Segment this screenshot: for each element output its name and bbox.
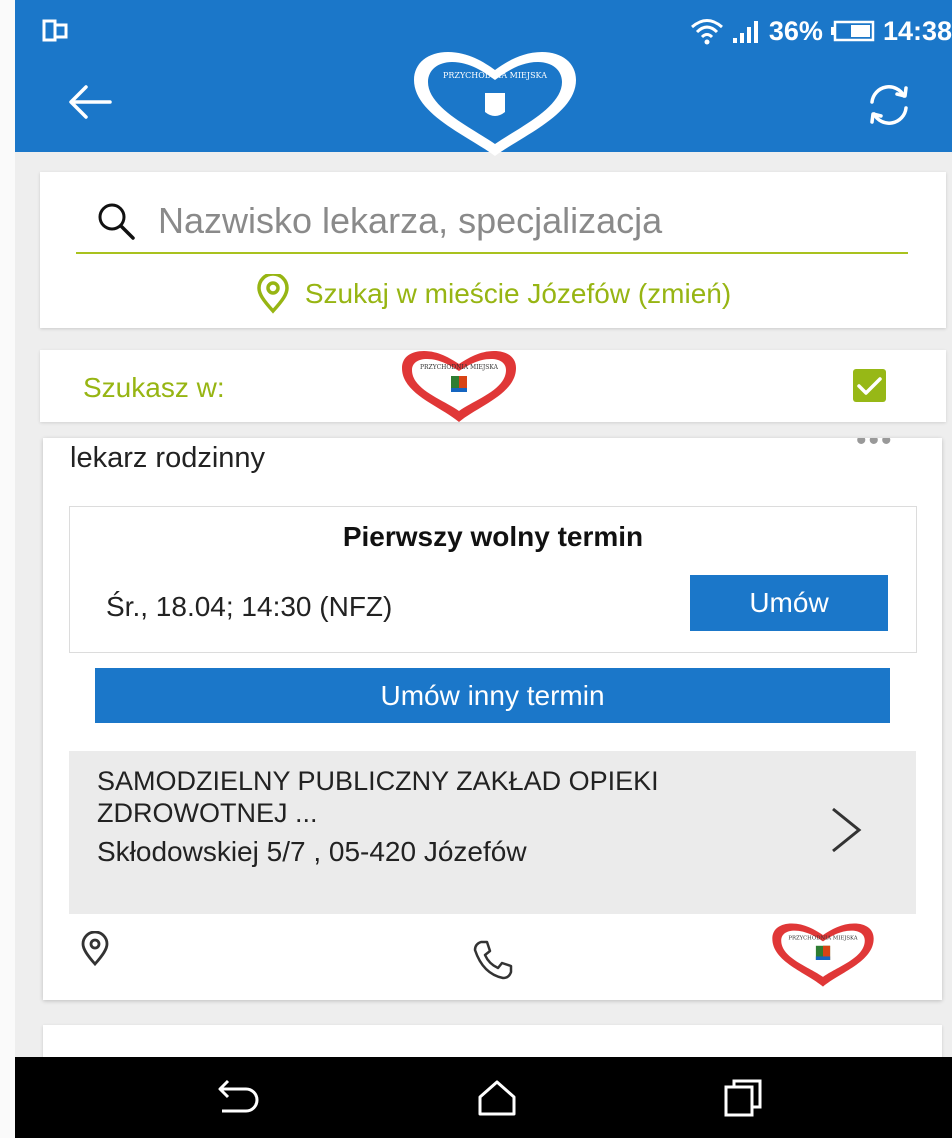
logo-text: PRZYCHODNIA MIEJSKA — [443, 71, 547, 80]
phone-icon[interactable] — [471, 938, 515, 982]
more-dots-icon[interactable]: ••• — [856, 438, 894, 458]
app-bar: 36% 14:38 PRZYCHODNIA MIEJSKA — [0, 0, 952, 156]
logo-text: PRZYCHODNIA MIEJSKA — [788, 936, 857, 942]
refresh-button[interactable] — [864, 80, 914, 130]
logo-text: PRZYCHODNIA MIEJSKA — [420, 364, 499, 371]
search-row — [96, 194, 906, 248]
screen-mirror-icon — [42, 18, 68, 44]
arrow-left-icon — [69, 85, 112, 119]
doctor-specialty: lekarz rodzinny — [70, 442, 266, 474]
search-underline — [76, 252, 908, 254]
system-nav-bar — [0, 1057, 952, 1138]
back-button[interactable] — [66, 82, 114, 122]
filter-card: Szukasz w: PRZYCHODNIA MIEJSKA — [40, 350, 946, 422]
nav-back-button[interactable] — [214, 1077, 260, 1119]
clinic-logo: PRZYCHODNIA MIEJSKA — [396, 350, 522, 425]
app-logo: PRZYCHODNIA MIEJSKA — [408, 50, 582, 162]
refresh-icon — [870, 85, 908, 125]
book-button[interactable]: Umów — [690, 575, 888, 631]
search-card: Szukaj w mieście Józefów (zmień) — [40, 172, 946, 328]
clinic-logo: PRZYCHODNIA MIEJSKA — [767, 922, 879, 990]
change-city-link[interactable]: Szukaj w mieście Józefów (zmień) — [40, 272, 946, 316]
screen-edge — [0, 0, 15, 1138]
book-other-term-button[interactable]: Umów inny termin — [95, 668, 890, 723]
slot-title: Pierwszy wolny termin — [342, 521, 644, 552]
signal-icon — [731, 18, 761, 44]
nav-recent-button[interactable] — [720, 1077, 766, 1119]
search-input[interactable] — [158, 200, 906, 242]
battery-icon — [830, 19, 875, 43]
filter-checkbox[interactable] — [853, 369, 886, 402]
nav-recent-icon — [724, 1079, 762, 1117]
battery-percent: 36% — [768, 15, 823, 46]
filter-label: Szukasz w: — [83, 372, 225, 403]
nav-home-icon — [478, 1080, 516, 1116]
nav-home-button[interactable] — [474, 1077, 520, 1119]
map-pin-icon[interactable] — [80, 931, 110, 967]
doctor-card: ••• lekarz rodzinny Pierwszy wolny termi… — [43, 438, 942, 1000]
clinic-info[interactable]: SAMODZIELNY PUBLICZNY ZAKŁAD OPIEKI ZDRO… — [69, 751, 916, 914]
slot-datetime: Śr., 18.04; 14:30 (NFZ) — [106, 591, 393, 622]
first-free-slot: Pierwszy wolny termin Śr., 18.04; 14:30 … — [69, 506, 917, 653]
search-icon — [96, 201, 136, 241]
clinic-address: Skłodowskiej 5/7 , 05-420 Józefów — [97, 836, 527, 867]
change-city-label: Szukaj w mieście Józefów (zmień) — [304, 278, 732, 309]
chevron-right-icon — [829, 805, 863, 855]
clinic-name: SAMODZIELNY PUBLICZNY ZAKŁAD OPIEKI ZDRO… — [97, 766, 659, 828]
nav-back-icon — [218, 1079, 259, 1113]
status-time: 14:38 — [882, 15, 952, 46]
wifi-icon — [689, 16, 725, 46]
location-pin-icon — [255, 274, 291, 314]
check-icon — [857, 377, 882, 395]
status-bar-right: 36% 14:38 — [689, 14, 952, 48]
